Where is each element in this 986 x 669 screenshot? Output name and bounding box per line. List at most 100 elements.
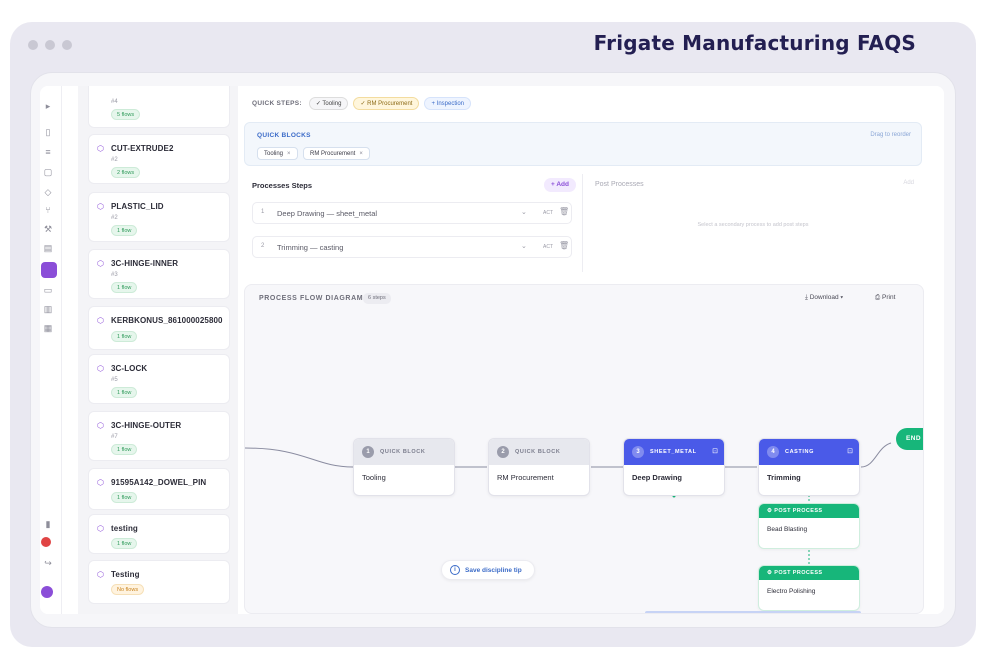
flow-node[interactable]: 3 SHEET_METAL ⊡ Deep Drawing [623,438,725,496]
cube-icon: ⬡ [97,364,104,373]
quick-block-tag[interactable]: Tooling × [257,147,298,160]
panel-toggle-icon[interactable]: ▸ [42,100,54,112]
part-card[interactable]: ⬡ KERBKONUS_861000025800 1 flow [88,306,230,350]
unlock-icon[interactable]: ⊡ [712,447,718,455]
part-number: #5 [111,377,118,383]
node-type: CASTING [785,449,814,455]
window-controls [28,40,72,50]
file-icon[interactable]: ▭ [42,284,54,296]
flow-node[interactable]: 2 QUICK BLOCK RM Procurement [488,438,590,496]
node-type: QUICK BLOCK [515,449,561,455]
process-step-row[interactable]: 2 Trimming — casting ⌄ ACT 🗑 [252,236,572,258]
quick-steps-label: QUICK STEPS: [252,99,302,107]
node-number: 3 [632,446,644,458]
add-post-process-button[interactable]: Add [903,180,914,186]
archive-icon[interactable]: ▥ [42,303,54,315]
unlock-icon[interactable]: ⊡ [847,447,853,455]
remove-icon[interactable]: × [287,151,291,157]
step-number: 2 [261,243,265,249]
chart-icon[interactable]: ▮ [42,518,54,530]
grid-icon[interactable]: ▦ [42,322,54,334]
notification-icon[interactable] [41,537,51,547]
post-process-node[interactable]: ⚙ POST PROCESS Bead Blasting [758,503,860,549]
part-status-pill: 1 flow [111,331,138,342]
quick-step-chip[interactable]: ✓ RM Procurement [353,96,420,110]
node-header: 3 SHEET_METAL ⊡ [624,439,724,465]
post-process-type: ⚙ POST PROCESS [767,508,822,514]
step-select[interactable]: Trimming — casting [277,243,343,252]
post-process-type-label: POST PROCESS [774,570,823,576]
post-process-header: ⚙ POST PROCESS [759,504,859,518]
box-icon[interactable]: ▢ [42,166,54,178]
post-process-type-label: POST PROCESS [774,508,823,514]
part-card[interactable]: ⬡ testing 1 flow [88,514,230,554]
discipline-tip-button[interactable]: i Save discipline tip [441,560,535,580]
part-number: #7 [111,434,118,440]
flow-node[interactable]: 1 QUICK BLOCK Tooling [353,438,455,496]
process-step-row[interactable]: 1 Deep Drawing — sheet_metal ⌄ ACT 🗑 [252,202,572,224]
quick-blocks-hint: Drag to reorder [870,132,911,138]
part-status-pill: 1 flow [111,444,138,455]
connector [245,447,354,468]
node-label: Tooling [362,473,386,482]
part-name: CUT-EXTRUDE2 [111,144,174,153]
post-process-node[interactable]: ⚙ POST PROCESS Electro Polishing [758,565,860,611]
chevron-down-icon[interactable]: ⌄ [521,208,527,216]
part-card[interactable]: #4 5 flows [88,86,230,128]
page-icon[interactable]: ▤ [42,242,54,254]
quick-blocks-panel: QUICK BLOCKS Drag to reorder Tooling × RM… [244,122,922,166]
add-step-button[interactable]: + Add [544,178,576,192]
tool-icon[interactable]: ⚒ [42,223,54,235]
part-card[interactable]: ⬡ 91595A142_DOWEL_PIN 1 flow [88,468,230,510]
part-card[interactable]: ⬡ CUT-EXTRUDE2 #2 2 flows [88,134,230,184]
part-card[interactable]: ⬡ 3C-HINGE-INNER #3 1 flow [88,249,230,299]
part-card[interactable]: ⬡ PLASTIC_LID #2 1 flow [88,192,230,242]
quick-steps-row: QUICK STEPS: ✓ Tooling ✓ RM Procurement … [252,96,472,110]
layers-icon[interactable]: ≡ [42,146,54,158]
active-app-icon[interactable] [41,262,57,278]
part-name: 3C-HINGE-OUTER [111,421,182,430]
post-process-label: Electro Polishing [767,588,816,595]
part-name: 3C-HINGE-INNER [111,259,179,268]
branch-icon[interactable]: ⑂ [42,204,54,216]
user-avatar[interactable] [41,586,53,598]
main-panel: QUICK STEPS: ✓ Tooling ✓ RM Procurement … [238,86,944,614]
part-card[interactable]: ⬡ 3C-LOCK #5 1 flow [88,354,230,404]
cube-icon[interactable]: ◇ [42,186,54,198]
part-card[interactable]: ⬡ 3C-HINGE-OUTER #7 1 flow [88,411,230,461]
frame-title: Frigate Manufacturing FAQS [593,31,916,55]
trash-icon[interactable]: 🗑 [559,207,569,216]
logout-icon[interactable]: ↪ [42,557,54,569]
part-number: #4 [111,99,118,105]
icon-rail: ▸ ▯ ≡ ▢ ◇ ⑂ ⚒ ▤ ▭ ▥ ▦ ▮ ↪ [40,86,62,614]
process-flow-diagram: PROCESS FLOW DIAGRAM 6 steps ⤓ Download … [244,284,924,614]
node-header: 2 QUICK BLOCK [489,439,589,465]
part-name: testing [111,524,138,533]
node-type: QUICK BLOCK [380,449,426,455]
part-number: #2 [111,157,118,163]
window-dot-icon [28,40,38,50]
quick-block-tag-label: Tooling [264,151,284,157]
part-card[interactable]: ⬡ Testing No flows [88,560,230,604]
part-status-pill: 2 flows [111,167,141,178]
remove-icon[interactable]: × [359,151,363,157]
node-header: 4 CASTING ⊡ [759,439,859,465]
post-process-type: ⚙ POST PROCESS [767,570,822,576]
connector [860,442,892,468]
step-select[interactable]: Deep Drawing — sheet_metal [277,209,377,218]
trash-icon[interactable]: 🗑 [559,241,569,250]
quick-step-chip[interactable]: ✓ Tooling [308,96,349,110]
chevron-down-icon[interactable]: ⌄ [521,242,527,250]
part-status-pill: 1 flow [111,387,138,398]
flow-node[interactable]: 4 CASTING ⊡ Trimming [758,438,860,496]
doc-icon[interactable]: ▯ [42,126,54,138]
quick-block-tag[interactable]: RM Procurement × [303,147,370,160]
end-node[interactable]: END [896,428,923,450]
node-number: 2 [497,446,509,458]
window-dot-icon [62,40,72,50]
part-name: Testing [111,570,140,579]
node-label: RM Procurement [497,473,554,482]
node-label: Deep Drawing [632,473,683,482]
quick-step-chip[interactable]: + Inspection [424,96,472,110]
scrollbar[interactable] [645,611,861,613]
